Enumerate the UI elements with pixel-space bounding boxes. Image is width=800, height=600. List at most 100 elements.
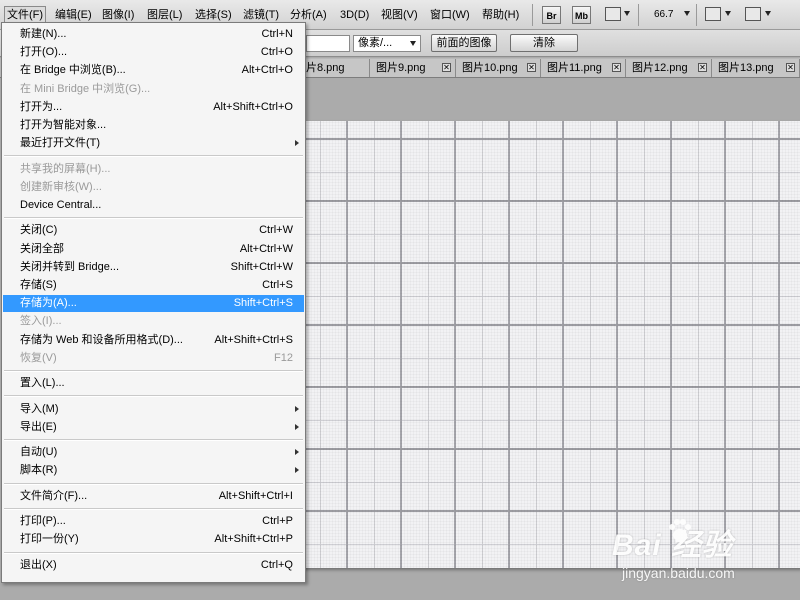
menu-item[interactable]: 打印一份(Y) Alt+Shift+Ctrl+P [3, 531, 304, 548]
close-icon[interactable]: ✕ [527, 63, 536, 72]
close-icon[interactable]: ✕ [442, 63, 451, 72]
resolution-input[interactable] [306, 35, 350, 52]
menu-separator [4, 395, 303, 398]
menu-item-label: 脚本(R) [20, 464, 58, 477]
screen-mode-icon[interactable] [745, 7, 761, 21]
menu-item[interactable]: 在 Bridge 中浏览(B)... Alt+Ctrl+O [3, 62, 304, 79]
toolbar-divider [696, 4, 697, 26]
submenu-arrow-icon [295, 405, 299, 412]
chevron-down-icon[interactable] [725, 11, 731, 16]
menu-item-label: 退出(X) [20, 558, 57, 571]
clear-button[interactable]: 清除 [510, 34, 578, 52]
menu-item[interactable]: 自动(U) [3, 444, 304, 461]
menu-item-shortcut: Ctrl+P [262, 515, 293, 528]
menu-item[interactable]: 打印(P)... Ctrl+P [3, 513, 304, 530]
menu-item-label: 打开为... [20, 100, 63, 113]
tab-document[interactable]: 图片12.png ✕ [626, 59, 712, 77]
menu-separator [4, 439, 303, 441]
menu-item[interactable]: 打开为智能对象... [3, 117, 304, 134]
menu-item-label: 最近打开文件(T) [20, 137, 101, 150]
chevron-down-icon[interactable] [624, 11, 630, 16]
menu-item-shortcut: Ctrl+O [260, 46, 293, 59]
menu-help[interactable]: 帮助(H) [480, 7, 521, 24]
menu-separator [4, 482, 303, 485]
tab-label: 图片12.png [632, 62, 688, 74]
menu-item-shortcut: Ctrl+Q [260, 558, 293, 571]
document-canvas[interactable] [298, 121, 800, 568]
menu-item[interactable]: 置入(L)... [3, 375, 304, 392]
tab-document[interactable]: 图片10.png ✕ [456, 59, 541, 77]
close-icon[interactable]: ✕ [698, 63, 707, 72]
menu-item[interactable]: Device Central... [3, 197, 304, 214]
menu-item[interactable]: 退出(X) Ctrl+Q [3, 557, 304, 574]
menu-item-label: 新建(N)... [20, 28, 67, 40]
menu-item-label: 导入(M) [20, 402, 59, 415]
menu-item-shortcut: Alt+Shift+Ctrl+I [218, 489, 293, 502]
menu-item[interactable]: 导入(M) [3, 401, 304, 418]
mini-bridge-button[interactable]: Mb [572, 6, 591, 24]
arrange-documents-icon[interactable] [705, 7, 721, 21]
menu-window[interactable]: 窗口(W) [428, 7, 472, 24]
menu-item-label: 在 Mini Bridge 中浏览(G)... [20, 82, 151, 95]
menu-item[interactable]: 打开(O)... Ctrl+O [3, 44, 304, 61]
tab-label: 图片11.png [547, 62, 602, 74]
menu-item-label: 置入(L)... [20, 377, 65, 390]
tab-label: 图片10.png [462, 62, 518, 74]
menu-item: 恢复(V) F12 [3, 350, 304, 367]
tab-document[interactable]: 图片9.png ✕ [370, 59, 456, 77]
front-image-button[interactable]: 前面的图像 [431, 34, 497, 52]
menu-separator [4, 217, 303, 220]
menu-item[interactable]: 打开为... Alt+Shift+Ctrl+O [3, 99, 304, 116]
menu-view[interactable]: 视图(V) [379, 7, 420, 24]
menu-item-shortcut: Shift+Ctrl+S [233, 297, 293, 310]
tab-label: 图片13.png [718, 62, 774, 74]
chevron-down-icon[interactable] [684, 11, 690, 16]
menu-item-label: 签入(I)... [20, 315, 62, 328]
menu-item[interactable]: 最近打开文件(T) [3, 135, 304, 152]
toolbar-divider [532, 4, 533, 26]
menu-item[interactable]: 存储为(A)... Shift+Ctrl+S [3, 295, 304, 313]
tab-document[interactable]: 片8.png [300, 59, 370, 77]
menu-item[interactable]: 文件简介(F)... Alt+Shift+Ctrl+I [3, 488, 304, 505]
close-icon[interactable]: ✕ [786, 63, 795, 72]
menu-item-shortcut: Alt+Shift+Ctrl+S [214, 333, 293, 346]
submenu-arrow-icon [295, 467, 299, 474]
menu-item[interactable]: 关闭全部 Alt+Ctrl+W [3, 241, 304, 258]
menu-item-label: 关闭全部 [20, 242, 64, 255]
zoom-level[interactable]: 66.7 [654, 9, 673, 20]
menu-item-shortcut: Alt+Shift+Ctrl+P [214, 533, 293, 546]
menu-item-label: 在 Bridge 中浏览(B)... [20, 64, 126, 77]
tab-document[interactable]: 图片11.png ✕ [541, 59, 626, 77]
menu-item[interactable]: 存储(S) Ctrl+S [3, 277, 304, 294]
menu-separator [4, 551, 303, 554]
unit-select-value: 像素/... [358, 37, 393, 49]
chevron-down-icon[interactable] [765, 11, 771, 16]
tab-document[interactable]: 图片13.png ✕ [712, 59, 800, 77]
menu-item-label: 文件简介(F)... [20, 489, 88, 502]
submenu-arrow-icon [295, 449, 299, 456]
menu-item[interactable]: 新建(N)... Ctrl+N [3, 26, 304, 43]
menu-item-label: 自动(U) [20, 446, 58, 459]
menu-item-label: 关闭(C) [20, 224, 58, 237]
tab-label: 片8.png [306, 62, 345, 74]
menu-item[interactable]: 导出(E) [3, 419, 304, 436]
menu-item-label: 打印一份(Y) [20, 533, 79, 546]
menu-3d[interactable]: 3D(D) [338, 7, 371, 24]
menu-item[interactable]: 脚本(R) [3, 462, 304, 479]
menu-item-shortcut: F12 [274, 351, 293, 364]
view-extras-icon[interactable] [605, 7, 621, 21]
menu-item-label: 共享我的屏幕(H)... [20, 162, 111, 175]
menu-item-shortcut: Ctrl+N [261, 28, 293, 40]
menu-item-label: 创建新审核(W)... [20, 180, 102, 193]
menu-item-label: 关闭并转到 Bridge... [20, 260, 120, 273]
menu-item[interactable]: 关闭(C) Ctrl+W [3, 222, 304, 239]
menu-item[interactable]: 关闭并转到 Bridge... Shift+Ctrl+W [3, 259, 304, 276]
unit-select[interactable]: 像素/... [353, 35, 421, 52]
close-icon[interactable]: ✕ [612, 63, 621, 72]
menu-item[interactable]: 存储为 Web 和设备所用格式(D)... Alt+Shift+Ctrl+S [3, 332, 304, 349]
file-menu-dropdown: 新建(N)... Ctrl+N 打开(O)... Ctrl+O 在 Bridge 中浏览… [1, 22, 306, 583]
menu-item-label: 存储(S) [20, 279, 57, 291]
menu-item-label: 恢复(V) [20, 351, 57, 364]
bridge-button[interactable]: Br [542, 6, 561, 24]
toolbar-divider [638, 4, 639, 26]
